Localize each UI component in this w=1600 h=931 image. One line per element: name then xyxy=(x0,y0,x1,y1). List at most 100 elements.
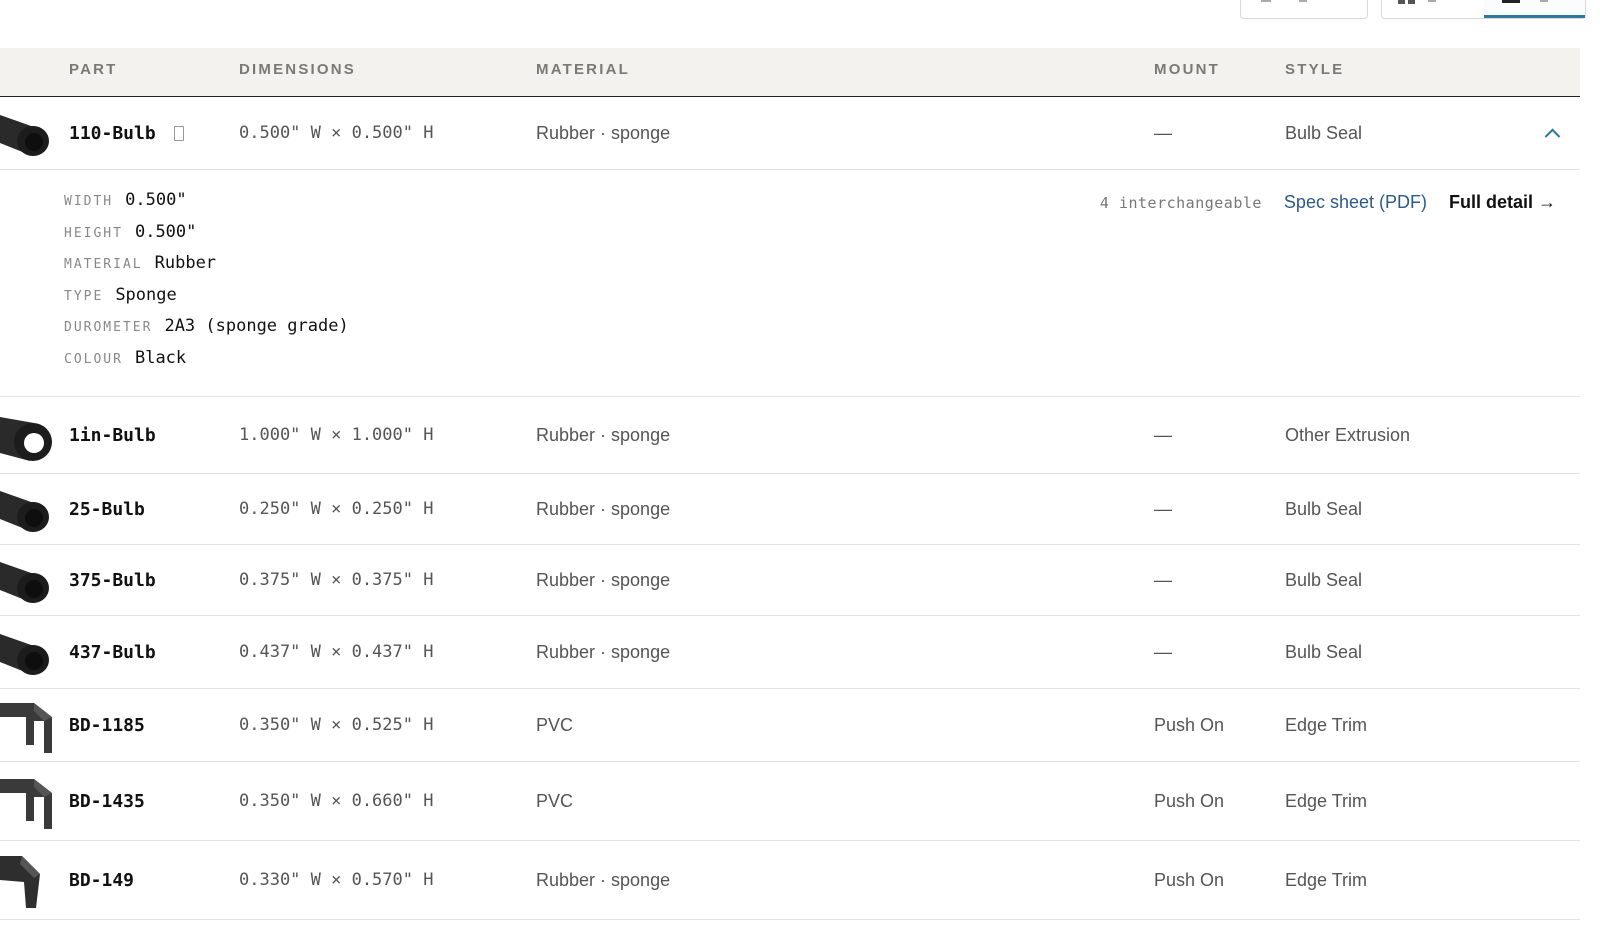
material: Rubber · sponge xyxy=(536,424,671,445)
u-channel-icon-graphic xyxy=(0,779,52,829)
sort-icon xyxy=(1261,0,1271,2)
style: Bulb Seal xyxy=(1285,498,1363,519)
dimensions: 0.375" W × 0.375" H xyxy=(239,570,434,590)
dimensions: 0.330" W × 0.570" H xyxy=(239,870,434,890)
parts-table: PART DIMENSIONS MATERIAL MOUNT STYLE 110… xyxy=(0,48,1580,920)
dimensions: 0.500" W × 0.500" H xyxy=(239,123,434,143)
mount: Push On xyxy=(1154,790,1225,811)
mount: — xyxy=(1154,122,1172,143)
style: Edge Trim xyxy=(1285,714,1368,735)
u-channel-icon xyxy=(0,762,56,840)
style: Bulb Seal xyxy=(1285,641,1363,662)
material: Rubber · sponge xyxy=(536,569,671,590)
grid-icon xyxy=(1398,0,1416,4)
part-number[interactable]: 375-Bulb xyxy=(69,545,156,615)
column-header-dimensions[interactable]: DIMENSIONS xyxy=(239,48,356,92)
bulb-tube-icon-graphic xyxy=(0,491,49,532)
table-header: PART DIMENSIONS MATERIAL MOUNT STYLE xyxy=(0,48,1580,97)
view-toggle xyxy=(1381,0,1586,19)
material: PVC xyxy=(536,790,574,811)
bulb-tube-icon xyxy=(0,545,56,615)
part-number-text: 110-Bulb xyxy=(69,122,156,144)
v-trim-icon xyxy=(0,841,56,919)
table-row[interactable]: 25-Bulb 0.250" W × 0.250" H Rubber · spong… xyxy=(0,474,1580,545)
spec-sheet-link[interactable]: Spec sheet (PDF) xyxy=(1284,192,1427,213)
bookmark-icon[interactable] xyxy=(173,125,184,141)
spec-value: Black xyxy=(134,347,187,368)
v-trim-icon-graphic xyxy=(0,856,40,908)
spec-key: DUROMETER xyxy=(64,320,153,335)
mount: — xyxy=(1154,569,1172,590)
part-number[interactable]: BD-1435 xyxy=(69,762,145,840)
spec-line: DUROMETER 2A3 (sponge grade) xyxy=(64,316,349,336)
part-number[interactable]: 110-Bulb xyxy=(69,97,184,169)
dimensions: 1.000" W × 1.000" H xyxy=(239,425,434,445)
part-number-text: 25-Bulb xyxy=(69,498,145,520)
table-body: 110-Bulb 0.500" W × 0.500" H Rubber · spon… xyxy=(0,97,1580,920)
table-row[interactable]: 110-Bulb 0.500" W × 0.500" H Rubber · spon… xyxy=(0,97,1580,170)
spec-line: MATERIAL Rubber xyxy=(64,253,216,273)
chevron-down-icon xyxy=(1299,0,1307,2)
column-header-mount[interactable]: MOUNT xyxy=(1154,48,1220,92)
bulb-tube-icon xyxy=(0,474,56,544)
mount: — xyxy=(1154,424,1172,445)
spec-line: WIDTH 0.500" xyxy=(64,190,187,210)
spec-line: COLOUR Black xyxy=(64,348,186,368)
part-number[interactable]: BD-149 xyxy=(69,841,134,919)
grid-view-button[interactable] xyxy=(1382,0,1484,18)
large-bulb-icon-graphic xyxy=(0,417,52,461)
part-number[interactable]: 437-Bulb xyxy=(69,616,156,688)
full-detail-link[interactable]: Full detail → xyxy=(1449,192,1556,213)
table-row[interactable]: BD-1435 0.350" W × 0.660" H PVC Push On Edge… xyxy=(0,762,1580,841)
dimensions: 0.350" W × 0.660" H xyxy=(239,791,434,811)
part-number-text: BD-1185 xyxy=(69,714,145,736)
column-header-part[interactable]: PART xyxy=(69,48,118,92)
table-row[interactable]: 437-Bulb 0.437" W × 0.437" H Rubber · spon… xyxy=(0,616,1580,689)
material: Rubber · sponge xyxy=(536,122,671,143)
material: PVC xyxy=(536,714,574,735)
u-channel-icon xyxy=(0,689,56,761)
expanded-detail-panel: WIDTH 0.500" HEIGHT 0.500" MATERIAL Rubber TYP… xyxy=(0,170,1580,397)
part-number[interactable]: BD-1185 xyxy=(69,689,145,761)
spec-line: HEIGHT 0.500" xyxy=(64,222,196,242)
style: Edge Trim xyxy=(1285,790,1368,811)
style: Bulb Seal xyxy=(1285,122,1363,143)
list-view-label-fragment xyxy=(1539,0,1548,2)
part-number-text: 375-Bulb xyxy=(69,569,156,591)
mount: Push On xyxy=(1154,869,1225,890)
grid-view-label-fragment xyxy=(1428,0,1436,2)
collapse-chevron-icon[interactable] xyxy=(1544,128,1561,145)
table-row[interactable]: BD-1185 0.350" W × 0.525" H PVC Push On Edge… xyxy=(0,689,1580,762)
style: Edge Trim xyxy=(1285,869,1368,890)
material: Rubber · sponge xyxy=(536,498,671,519)
bulb-tube-icon-graphic xyxy=(0,634,49,675)
bulb-tube-icon-graphic xyxy=(0,562,49,603)
style: Other Extrusion xyxy=(1285,424,1411,445)
interchangeable-count[interactable]: 4 interchangeable xyxy=(1100,194,1262,212)
spec-key: HEIGHT xyxy=(64,225,123,241)
part-number[interactable]: 25-Bulb xyxy=(69,474,145,544)
dimensions: 0.250" W × 0.250" H xyxy=(239,499,434,519)
list-view-button[interactable] xyxy=(1483,0,1585,18)
table-row[interactable]: BD-149 0.330" W × 0.570" H Rubber · sponge… xyxy=(0,841,1580,920)
bulb-tube-icon xyxy=(0,97,56,169)
table-row[interactable]: 1in-Bulb 1.000" W × 1.000" H Rubber · spon… xyxy=(0,397,1580,474)
table-row[interactable]: 375-Bulb 0.375" W × 0.375" H Rubber · spon… xyxy=(0,545,1580,616)
mount: — xyxy=(1154,498,1172,519)
spec-key: TYPE xyxy=(64,288,104,304)
column-header-material[interactable]: MATERIAL xyxy=(536,48,630,92)
part-number-text: 437-Bulb xyxy=(69,641,156,663)
dimensions: 0.437" W × 0.437" H xyxy=(239,642,434,662)
material: Rubber · sponge xyxy=(536,641,671,662)
bulb-tube-icon xyxy=(0,616,56,688)
spec-value: 0.500" xyxy=(134,221,197,242)
spec-value: Sponge xyxy=(115,284,177,305)
spec-value: Rubber xyxy=(154,253,217,273)
mount: — xyxy=(1154,641,1172,662)
part-number-text: BD-1435 xyxy=(69,790,145,812)
column-header-style[interactable]: STYLE xyxy=(1285,48,1344,92)
u-channel-icon-graphic xyxy=(0,703,52,753)
toolbar xyxy=(0,0,1600,48)
part-number[interactable]: 1in-Bulb xyxy=(69,397,156,473)
sort-button[interactable] xyxy=(1240,0,1368,19)
